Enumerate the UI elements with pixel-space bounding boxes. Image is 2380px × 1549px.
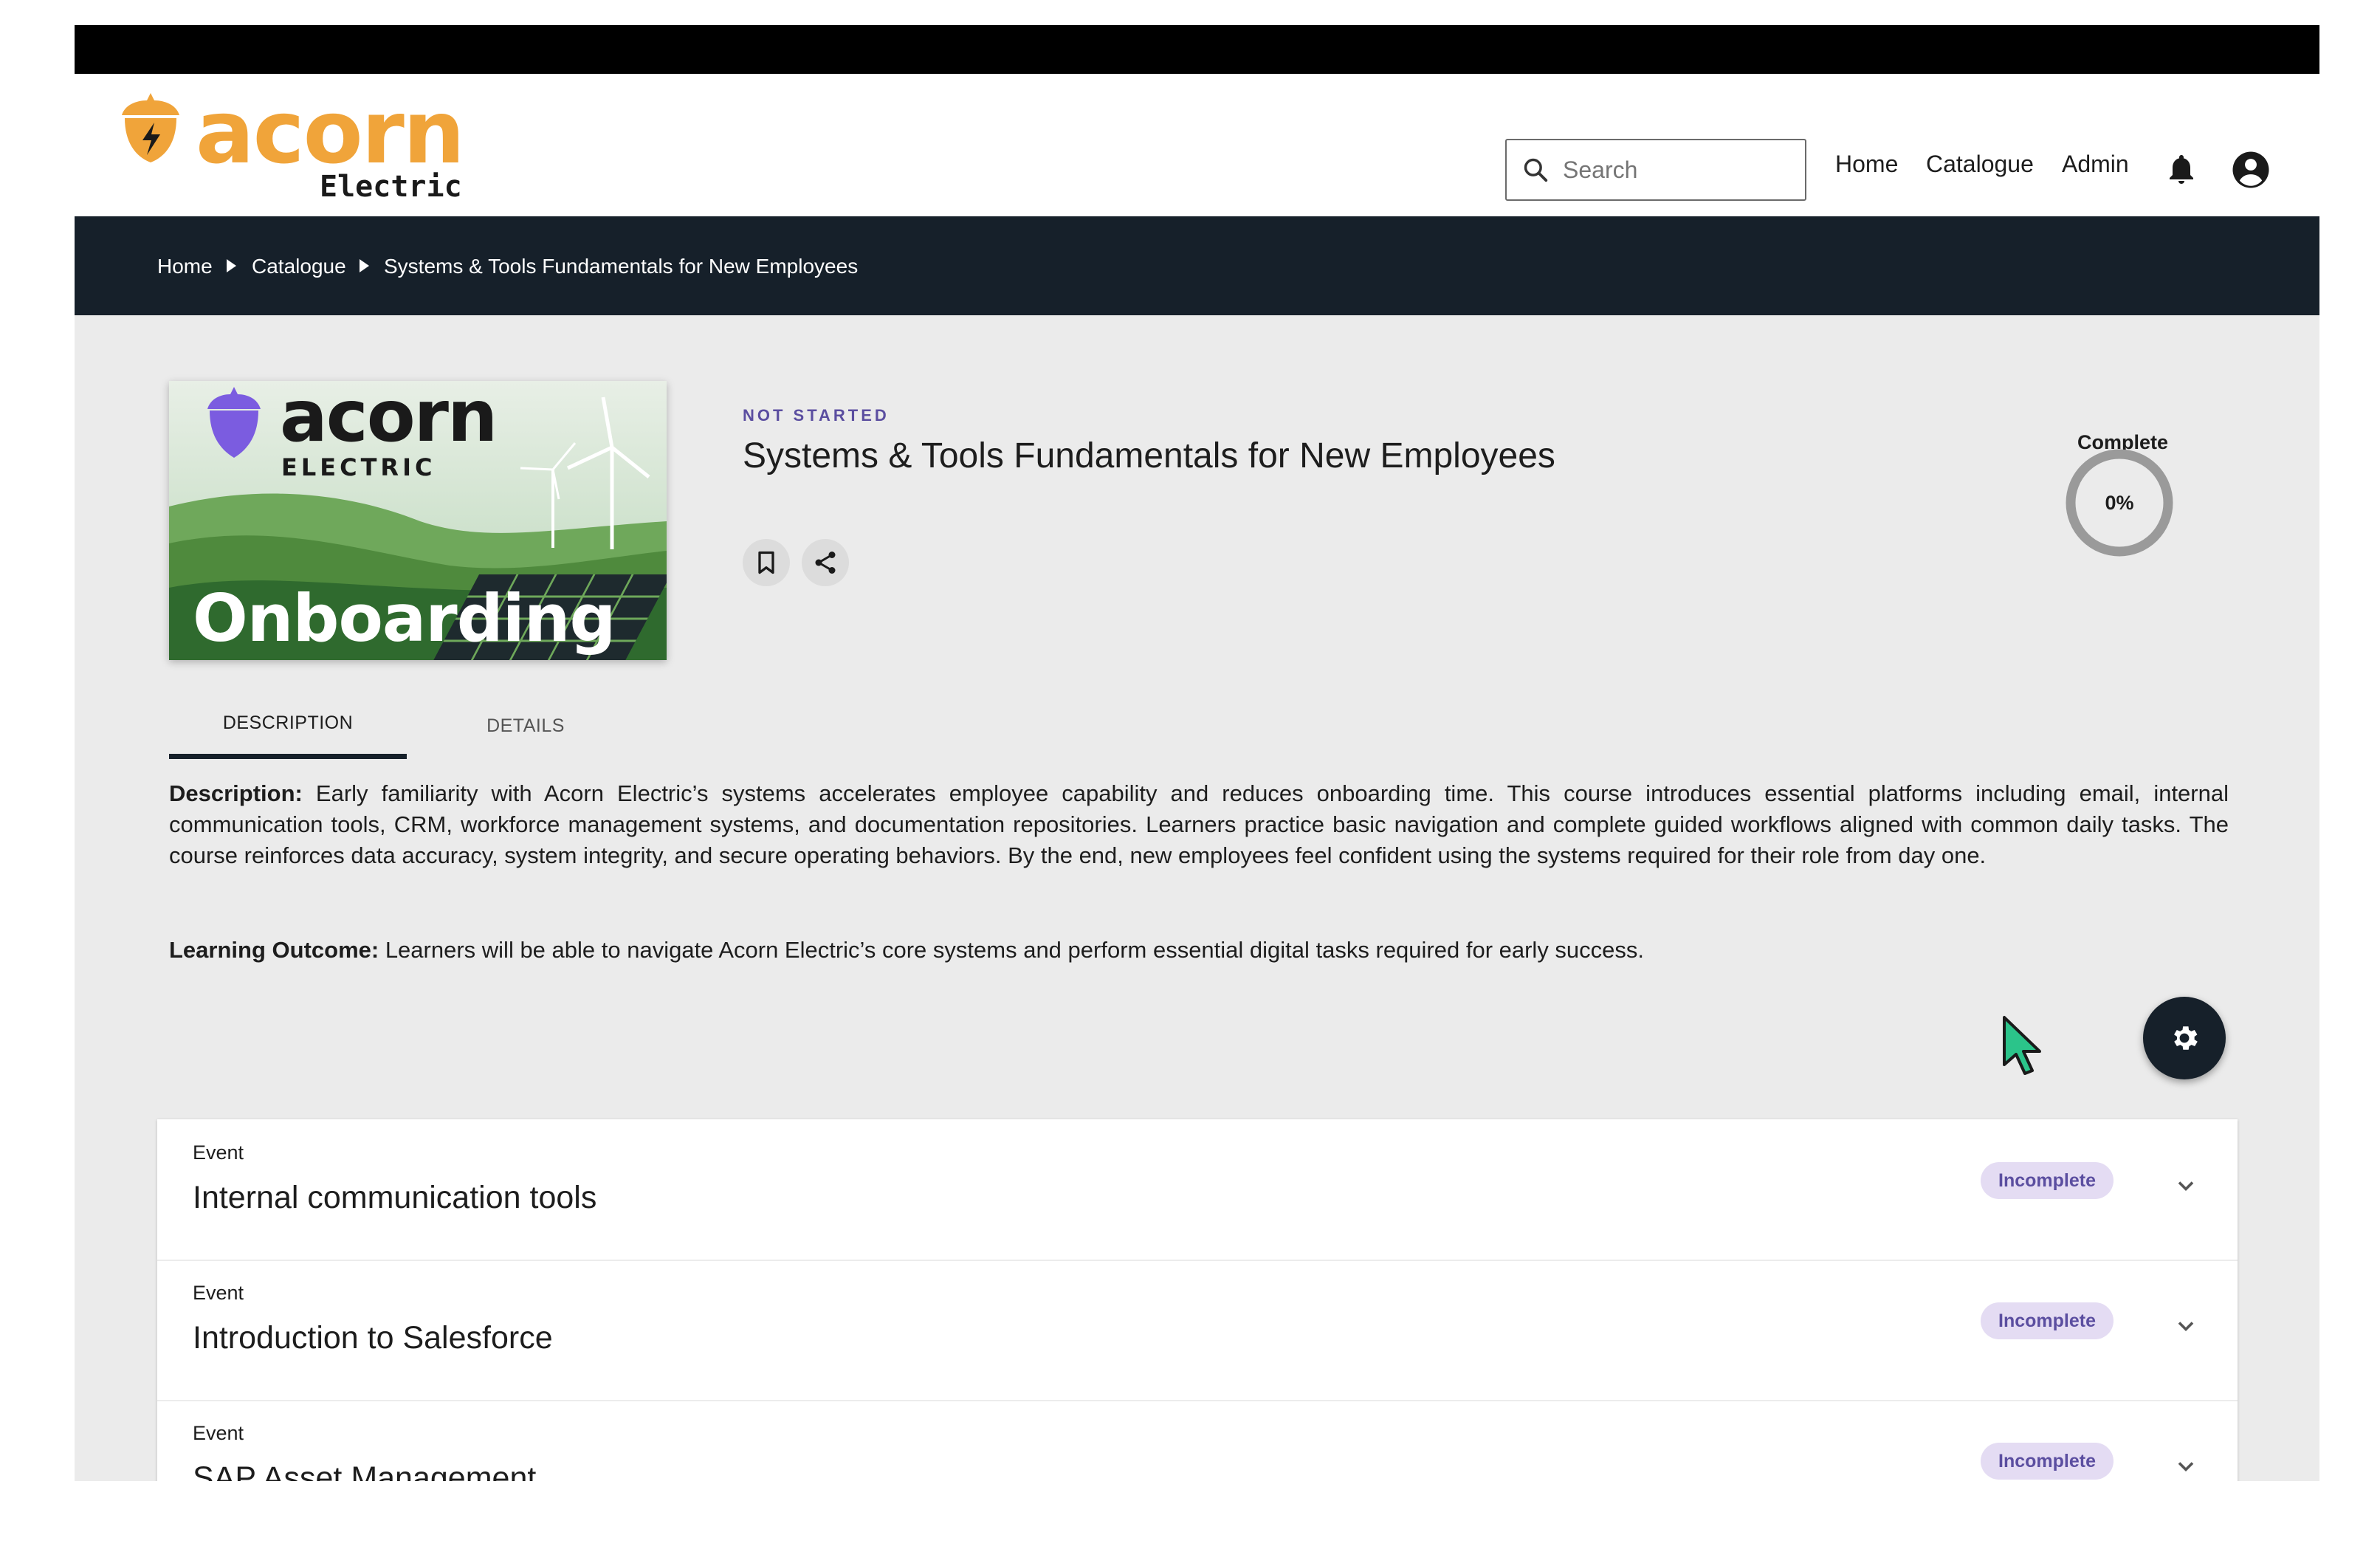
outcome-text: Learners will be able to navigate Acorn … xyxy=(379,937,1645,963)
event-title: Introduction to Salesforce xyxy=(193,1320,553,1356)
chevron-down-icon[interactable] xyxy=(2173,1453,2199,1480)
event-type-label: Event xyxy=(193,1141,244,1164)
status-badge: Incomplete xyxy=(1981,1443,2114,1480)
search-icon xyxy=(1524,158,1548,182)
app-frame: acorn Electric Home Catalogue Admin Home… xyxy=(75,25,2319,1481)
learning-outcome: Learning Outcome: Learners will be able … xyxy=(169,935,2229,966)
description-label: Description: xyxy=(169,780,303,806)
nav-home-link[interactable]: Home xyxy=(1835,151,1898,178)
breadcrumb-separator-icon xyxy=(360,259,369,272)
share-icon xyxy=(815,552,836,574)
course-thumbnail: acorn ELECTRIC Onboarding xyxy=(169,381,667,660)
progress-percent: 0% xyxy=(2105,491,2134,514)
event-type-label: Event xyxy=(193,1282,244,1304)
breadcrumb-current: Systems & Tools Fundamentals for New Emp… xyxy=(384,255,859,278)
bookmark-icon xyxy=(758,551,774,574)
logo-subtitle: Electric xyxy=(320,170,462,204)
course-title: Systems & Tools Fundamentals for New Emp… xyxy=(743,436,1555,475)
thumbnail-wordmark: acorn xyxy=(280,381,498,458)
chevron-down-icon[interactable] xyxy=(2173,1313,2199,1339)
breadcrumb-home[interactable]: Home xyxy=(157,255,213,278)
search-input[interactable] xyxy=(1561,155,1786,185)
thumbnail-subtitle: ELECTRIC xyxy=(281,453,436,481)
site-header: acorn Electric Home Catalogue Admin xyxy=(75,74,2319,216)
logo-wordmark: acorn xyxy=(196,81,465,183)
event-type-label: Event xyxy=(193,1422,244,1444)
bookmark-button[interactable] xyxy=(743,539,790,586)
course-status: NOT STARTED xyxy=(743,406,890,425)
list-item[interactable]: Event SAP Asset Management Incomplete xyxy=(157,1400,2238,1481)
search-box[interactable] xyxy=(1505,139,1806,201)
breadcrumb-catalogue[interactable]: Catalogue xyxy=(252,255,346,278)
nav-catalogue-link[interactable]: Catalogue xyxy=(1926,151,2034,178)
acorn-electric-logo[interactable]: acorn Electric xyxy=(119,81,465,204)
breadcrumb: Home Catalogue Systems & Tools Fundament… xyxy=(75,216,2319,315)
event-title: Internal communication tools xyxy=(193,1180,597,1215)
settings-fab-button[interactable] xyxy=(2143,997,2226,1079)
gear-icon xyxy=(2174,1026,2198,1050)
nav-admin-link[interactable]: Admin xyxy=(2062,151,2129,178)
event-title: SAP Asset Management xyxy=(193,1460,537,1481)
list-item[interactable]: Event Internal communication tools Incom… xyxy=(157,1119,2238,1261)
status-badge: Incomplete xyxy=(1981,1162,2114,1199)
outcome-label: Learning Outcome: xyxy=(169,937,379,963)
acorn-bolt-icon xyxy=(122,93,179,162)
notification-bell-icon[interactable] xyxy=(2164,151,2199,188)
event-list: Event Internal communication tools Incom… xyxy=(157,1119,2238,1481)
status-badge: Incomplete xyxy=(1981,1302,2114,1339)
tab-description[interactable]: DESCRIPTION xyxy=(169,693,407,759)
thumbnail-title: Onboarding xyxy=(193,580,616,656)
course-description: Description: Early familiarity with Acor… xyxy=(169,778,2229,871)
share-button[interactable] xyxy=(802,539,849,586)
tab-details[interactable]: DETAILS xyxy=(407,693,644,759)
list-item[interactable]: Event Introduction to Salesforce Incompl… xyxy=(157,1260,2238,1401)
description-text: Early familiarity with Acorn Electric’s … xyxy=(169,780,2229,868)
top-black-bar xyxy=(75,25,2319,74)
mouse-cursor-icon xyxy=(2003,1016,2041,1075)
account-circle-icon[interactable] xyxy=(2230,149,2271,190)
chevron-down-icon[interactable] xyxy=(2173,1172,2199,1199)
breadcrumb-separator-icon xyxy=(227,259,236,272)
